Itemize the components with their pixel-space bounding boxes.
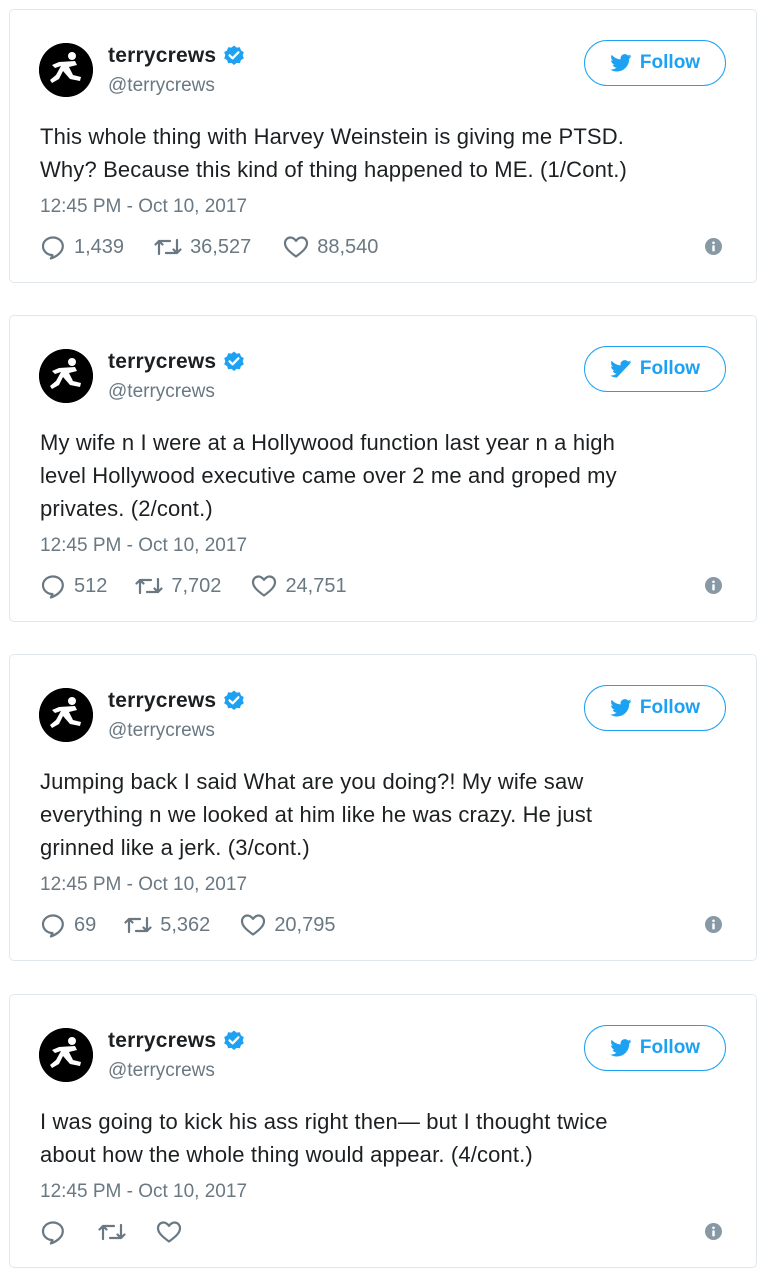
retweet-count: 36,527 — [190, 235, 252, 258]
reply-icon — [41, 914, 64, 938]
reply-icon — [41, 575, 64, 599]
like-count: 20,795 — [274, 913, 336, 936]
author-name-row: terrycrews — [108, 1029, 246, 1053]
display-name[interactable]: terrycrews — [108, 44, 216, 68]
display-name[interactable]: terrycrews — [108, 1029, 216, 1053]
tweet-text-line: privates. (2/cont.) — [40, 496, 213, 521]
follow-label: Follow — [639, 1037, 701, 1058]
tweet-text-line: Jumping back I said What are you doing?!… — [40, 769, 584, 794]
tweet-timestamp[interactable]: 12:45 PM - Oct 10, 2017 — [40, 874, 247, 896]
tweet-text-line: everything n we looked at him like he wa… — [40, 802, 593, 827]
tweet-text-line: about how the whole thing would appear. … — [40, 1142, 533, 1167]
reply-button[interactable]: 512 — [40, 573, 107, 599]
tweet-actions: 1,439 36,527 88,540 — [40, 234, 378, 260]
avatar[interactable] — [39, 688, 93, 742]
tweet-text: Jumping back I said What are you doing?!… — [40, 765, 720, 864]
follow-button[interactable]: Follow — [584, 40, 726, 86]
retweet-icon — [98, 1223, 126, 1241]
verified-badge-icon — [222, 44, 246, 68]
like-button[interactable] — [156, 1220, 182, 1244]
avatar[interactable] — [39, 1028, 93, 1082]
tweet-text-line: grinned like a jerk. (3/cont.) — [40, 835, 310, 860]
retweet-count: 5,362 — [160, 913, 211, 936]
follow-label: Follow — [639, 52, 701, 73]
follow-button[interactable]: Follow — [584, 685, 726, 731]
retweet-icon — [154, 238, 182, 256]
tweet-actions — [40, 1219, 182, 1245]
tweet-text: My wife n I were at a Hollywood function… — [40, 426, 720, 525]
tweet-timestamp[interactable]: 12:45 PM - Oct 10, 2017 — [40, 535, 247, 557]
author-handle[interactable]: @terrycrews — [108, 1060, 215, 1082]
tweet-card-1: terrycrews @terrycrews Follow This whole… — [9, 9, 757, 283]
reply-icon — [41, 1221, 64, 1245]
tweet-timestamp[interactable]: 12:45 PM - Oct 10, 2017 — [40, 1181, 247, 1203]
verified-badge-icon — [222, 350, 246, 374]
retweet-icon — [124, 916, 152, 934]
like-button[interactable]: 24,751 — [251, 574, 347, 598]
twitter-bird-icon — [610, 54, 632, 72]
retweet-button[interactable]: 36,527 — [154, 235, 251, 259]
tweet-text-line: Why? Because this kind of thing happened… — [40, 157, 627, 182]
reply-count: 512 — [74, 574, 108, 597]
follow-label: Follow — [639, 697, 701, 718]
like-button[interactable]: 88,540 — [283, 235, 378, 259]
tweet-text-line: This whole thing with Harvey Weinstein i… — [40, 124, 625, 149]
follow-button[interactable]: Follow — [584, 346, 726, 392]
reply-count: 69 — [74, 913, 97, 936]
tweet-text-line: My wife n I were at a Hollywood function… — [40, 430, 616, 455]
retweet-button[interactable] — [98, 1220, 126, 1244]
twitter-bird-icon — [610, 699, 632, 717]
like-count: 24,751 — [285, 574, 347, 597]
reply-icon — [41, 236, 64, 260]
tweet-card-4: terrycrews @terrycrews Follow I was goin… — [9, 994, 757, 1268]
heart-icon — [284, 236, 309, 258]
tweet-text-line: level Hollywood executive came over 2 me… — [40, 463, 617, 488]
author-name-row: terrycrews — [108, 350, 246, 374]
heart-icon — [241, 914, 266, 936]
heart-icon — [156, 1221, 182, 1243]
verified-badge-icon — [222, 1029, 246, 1053]
reply-button[interactable]: 1,439 — [40, 234, 124, 260]
author-name-row: terrycrews — [108, 689, 246, 713]
reply-button[interactable]: 69 — [40, 912, 96, 938]
tweet-text: I was going to kick his ass right then— … — [40, 1105, 720, 1171]
heart-icon — [252, 575, 277, 597]
retweet-button[interactable]: 7,702 — [135, 574, 221, 598]
tweet-text-line: I was going to kick his ass right then— … — [40, 1109, 608, 1134]
follow-button[interactable]: Follow — [584, 1025, 726, 1071]
author-name-row: terrycrews — [108, 44, 246, 68]
retweet-count: 7,702 — [171, 574, 222, 597]
like-button[interactable]: 20,795 — [240, 913, 335, 937]
reply-count: 1,439 — [74, 235, 125, 258]
author-handle[interactable]: @terrycrews — [108, 381, 215, 403]
avatar[interactable] — [39, 43, 93, 97]
retweet-button[interactable]: 5,362 — [124, 913, 210, 937]
info-icon[interactable] — [705, 238, 722, 255]
like-count: 88,540 — [317, 235, 379, 258]
verified-badge-icon — [222, 689, 246, 713]
info-icon[interactable] — [705, 1223, 722, 1240]
tweet-card-2: terrycrews @terrycrews Follow My wife n … — [9, 315, 757, 622]
display-name[interactable]: terrycrews — [108, 350, 216, 374]
author-handle[interactable]: @terrycrews — [108, 720, 215, 742]
info-icon[interactable] — [705, 577, 722, 594]
tweet-text: This whole thing with Harvey Weinstein i… — [40, 120, 720, 186]
avatar[interactable] — [39, 349, 93, 403]
tweet-timestamp[interactable]: 12:45 PM - Oct 10, 2017 — [40, 196, 247, 218]
retweet-icon — [135, 577, 163, 595]
display-name[interactable]: terrycrews — [108, 689, 216, 713]
tweet-actions: 69 5,362 20,795 — [40, 912, 335, 938]
info-icon[interactable] — [705, 916, 722, 933]
tweet-actions: 512 7,702 24,751 — [40, 573, 347, 599]
follow-label: Follow — [639, 358, 701, 379]
twitter-bird-icon — [610, 360, 632, 378]
reply-button[interactable] — [40, 1219, 66, 1245]
twitter-bird-icon — [610, 1039, 632, 1057]
author-handle[interactable]: @terrycrews — [108, 75, 215, 97]
tweet-card-3: terrycrews @terrycrews Follow Jumping ba… — [9, 654, 757, 961]
